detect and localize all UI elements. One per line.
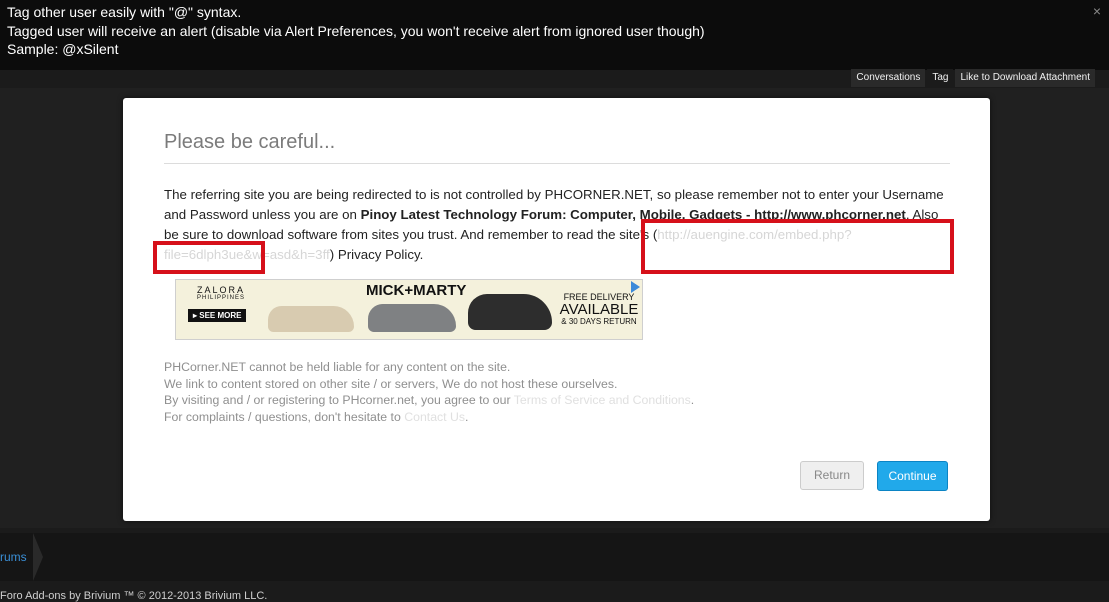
- highlight-box-right: [641, 219, 954, 274]
- disclaimer-line-4-end: .: [465, 409, 469, 424]
- disclaimer-line-3-end: .: [690, 393, 695, 407]
- title-divider: [164, 163, 950, 164]
- footer: Foro Add-ons by Brivium ™ © 2012-2013 Br…: [0, 584, 1109, 602]
- close-icon[interactable]: ×: [1093, 2, 1101, 21]
- highlight-box-left: [153, 241, 265, 274]
- ad-brand: ZALORA PHILIPPINES: [184, 285, 258, 301]
- return-button[interactable]: Return: [800, 461, 864, 490]
- shoe-image-1: [268, 306, 354, 332]
- footer-copyright: Foro Add-ons by Brivium ™ © 2012-2013 Br…: [0, 590, 268, 602]
- breadcrumb-arrow: [33, 533, 43, 581]
- ad-see-more-button[interactable]: ▸ SEE MORE: [188, 309, 247, 322]
- continue-button[interactable]: Continue: [877, 461, 948, 491]
- notice-line-3: Sample: @xSilent: [7, 41, 119, 57]
- disclaimer-line-4-text: For complaints / questions, don't hesita…: [164, 409, 405, 424]
- terms-link[interactable]: Terms of Service and Conditions: [514, 393, 691, 407]
- tab-conversations[interactable]: Conversations: [851, 69, 926, 87]
- ad-delivery-text: FREE DELIVERY AVAILABLE & 30 DAYS RETURN: [559, 292, 639, 326]
- ad-brand-name: ZALORA: [196, 285, 245, 295]
- tab-bar: Conversations Tag Like to Download Attac…: [851, 69, 1095, 87]
- contact-us-link[interactable]: Contact Us: [404, 410, 465, 424]
- tab-like-to-download[interactable]: Like to Download Attachment: [955, 69, 1095, 87]
- notice-line-2: Tagged user will receive an alert (disab…: [7, 22, 705, 39]
- shoe-image-3: [468, 294, 552, 330]
- disclaimer-line-2: We link to content stored on other site …: [164, 376, 618, 391]
- disclaimer: PHCorner.NET cannot be held liable for a…: [164, 359, 694, 425]
- shoe-image-2: [368, 304, 456, 332]
- adchoices-icon[interactable]: [631, 281, 640, 293]
- ad-mick-marty: MICK+MARTY: [366, 282, 467, 299]
- ad-banner[interactable]: ZALORA PHILIPPINES ▸ SEE MORE MICK+MARTY…: [175, 279, 643, 340]
- redirect-warning-dialog: Please be careful... The referring site …: [123, 98, 990, 521]
- disclaimer-line-3-text: By visiting and / or registering to PHco…: [164, 393, 514, 407]
- notice-line-1: Tag other user easily with "@" syntax.: [7, 4, 242, 20]
- ad-brand-sub: PHILIPPINES: [196, 295, 245, 301]
- dialog-title: Please be careful...: [164, 131, 336, 153]
- disclaimer-line-4: For complaints / questions, don't hesita…: [164, 409, 694, 426]
- notice-text-3: ) Privacy Policy.: [329, 247, 424, 262]
- ad-delivery-line-3: & 30 DAYS RETURN: [561, 317, 637, 326]
- notice-bar: Tag other user easily with "@" syntax. T…: [0, 0, 1109, 70]
- disclaimer-line-1: PHCorner.NET cannot be held liable for a…: [164, 360, 511, 374]
- ad-delivery-line-2: AVAILABLE: [559, 301, 639, 318]
- disclaimer-line-3: By visiting and / or registering to PHco…: [164, 392, 694, 409]
- breadcrumb-bar: rums: [0, 533, 1109, 581]
- tab-tag[interactable]: Tag: [927, 69, 954, 87]
